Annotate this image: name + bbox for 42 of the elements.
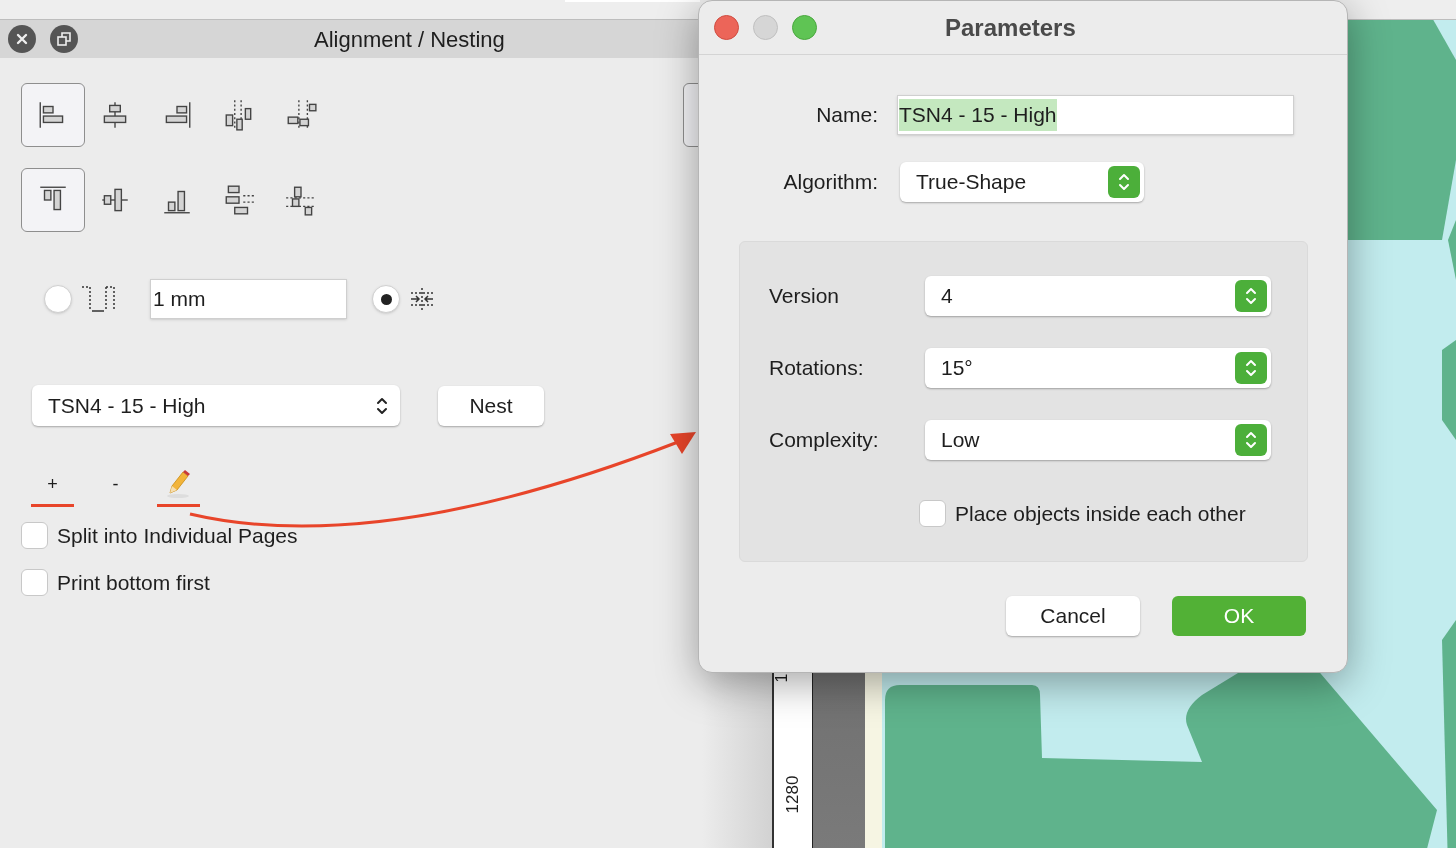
spacing-icon	[408, 285, 436, 313]
close-button[interactable]	[8, 25, 36, 53]
align-button[interactable]	[21, 168, 85, 232]
ruler-label: 1	[774, 673, 791, 683]
checkbox-label: Place objects inside each other	[955, 501, 1246, 527]
checkbox-label: Print bottom first	[57, 569, 210, 596]
stepper-icon	[1235, 424, 1267, 456]
checkbox[interactable]	[919, 500, 946, 528]
ruler-label: 1280	[784, 775, 802, 814]
checkbox[interactable]	[21, 522, 48, 550]
radio-button[interactable]	[44, 285, 72, 313]
field-label: Name:	[815, 102, 878, 129]
checkbox-label: Split into Individual Pages	[57, 523, 298, 549]
panel-title: Alignment / Nesting	[314, 25, 505, 54]
algorithm-dropdown[interactable]: True-Shape	[900, 162, 1144, 202]
radio-button[interactable]	[372, 285, 400, 313]
spacing-icon	[80, 283, 116, 315]
align-button[interactable]	[21, 83, 85, 147]
stepper-icon	[1235, 280, 1267, 312]
setting-dropdown[interactable]: 15°	[925, 348, 1271, 388]
preset-dropdown[interactable]: TSN4 - 15 - High	[32, 385, 400, 426]
nest-button[interactable]: Nest	[438, 385, 544, 426]
list-button[interactable]: -	[94, 464, 137, 507]
close-button[interactable]	[714, 15, 739, 40]
setting-dropdown[interactable]: Low	[925, 420, 1271, 460]
detach-button[interactable]	[50, 25, 78, 53]
stepper-icon	[1108, 166, 1140, 198]
field-label: Algorithm:	[782, 169, 878, 196]
setting-label: Rotations:	[769, 355, 865, 382]
list-button[interactable]: +	[31, 464, 74, 507]
stepper-icon	[1235, 352, 1267, 384]
name-field[interactable]: TSN4 - 15 - High	[897, 95, 1294, 135]
windows-icon	[57, 32, 71, 46]
dialog-title: Parameters	[945, 12, 1076, 43]
checkbox[interactable]	[21, 568, 48, 596]
close-icon	[16, 33, 28, 45]
pencil-icon	[165, 469, 192, 499]
cancel-button[interactable]: Cancel	[1006, 596, 1140, 636]
setting-label: Version	[769, 283, 841, 310]
setting-label: Complexity:	[769, 427, 880, 454]
setting-dropdown[interactable]: 4	[925, 276, 1271, 316]
spacing-field[interactable]: 1 mm	[150, 279, 347, 319]
